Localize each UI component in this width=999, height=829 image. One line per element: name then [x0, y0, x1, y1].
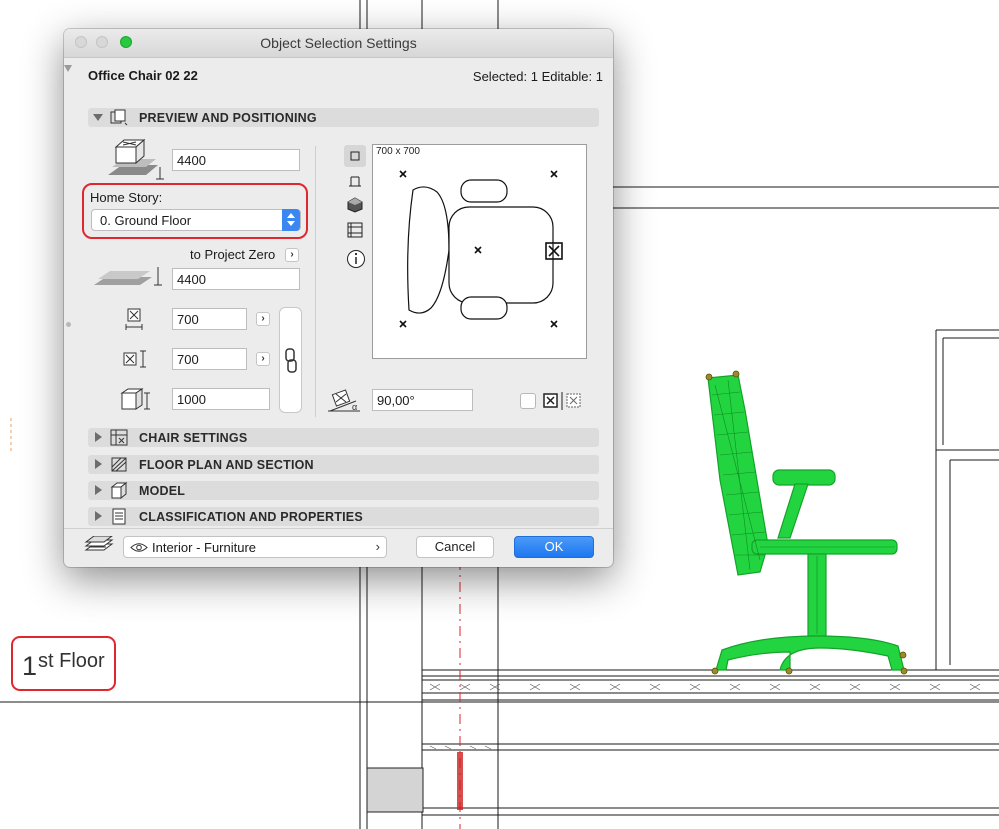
- link-sizes-toggle[interactable]: [279, 307, 302, 413]
- selection-info: Selected: 1 Editable: 1: [472, 69, 603, 84]
- svg-text:α: α: [352, 402, 357, 412]
- elevation-to-story-icon: [108, 138, 164, 180]
- home-story-label: Home Story:: [90, 190, 163, 205]
- section-chair-settings[interactable]: CHAIR SETTINGS: [88, 428, 599, 447]
- y-size-button[interactable]: ›: [256, 352, 270, 366]
- elevation-input[interactable]: 4400: [172, 149, 300, 171]
- plan-view-icon: [350, 151, 360, 161]
- section-model[interactable]: MODEL: [88, 481, 599, 500]
- expand-arrow-icon[interactable]: [95, 432, 102, 442]
- section-title: FLOOR PLAN AND SECTION: [139, 458, 314, 472]
- section-title: PREVIEW AND POSITIONING: [139, 111, 317, 125]
- home-story-select[interactable]: 0. Ground Floor: [91, 209, 301, 231]
- section-title: CHAIR SETTINGS: [139, 431, 248, 445]
- preview-2d-tab[interactable]: [344, 145, 366, 167]
- chair-settings-icon: [110, 429, 128, 446]
- section-title: CLASSIFICATION AND PROPERTIES: [139, 510, 363, 524]
- title-bar[interactable]: Object Selection Settings: [64, 29, 613, 58]
- section-view-icon[interactable]: [347, 221, 363, 239]
- height-input[interactable]: 1000: [172, 388, 270, 410]
- object-selection-settings-dialog: Object Selection Settings Office Chair 0…: [64, 29, 613, 567]
- floor-plan-icon: [111, 457, 127, 472]
- object-name: Office Chair 02 22: [88, 68, 198, 83]
- panel-divider: [315, 146, 316, 417]
- classification-select[interactable]: Interior - Furniture ›: [123, 536, 387, 558]
- collapse-panel-icon[interactable]: [64, 65, 72, 72]
- floor-label-marker: 1 st Floor: [11, 636, 116, 691]
- home-story-value: 0. Ground Floor: [100, 213, 192, 228]
- mirror-checkbox[interactable]: [520, 393, 536, 409]
- expand-arrow-icon[interactable]: [95, 485, 102, 495]
- chain-link-icon: [285, 348, 297, 373]
- ok-button[interactable]: OK: [514, 536, 594, 558]
- rotation-angle-icon: α: [328, 389, 360, 412]
- chevron-right-icon: ›: [375, 539, 380, 554]
- rotation-angle-input[interactable]: 90,00°: [372, 389, 473, 411]
- eye-icon: [130, 543, 148, 552]
- x-size-input[interactable]: 700: [172, 308, 247, 330]
- 3d-view-icon[interactable]: [347, 197, 363, 213]
- stepper-icon[interactable]: [282, 209, 300, 231]
- chair-section-drawing: [707, 374, 905, 671]
- classification-icon: [112, 508, 126, 525]
- section-title: MODEL: [139, 484, 186, 498]
- depth-y-icon: [123, 350, 146, 368]
- expand-arrow-icon[interactable]: [95, 459, 102, 469]
- mirror-icon: [543, 392, 581, 410]
- classification-value: Interior - Furniture: [152, 540, 257, 555]
- y-size-input[interactable]: 700: [172, 348, 247, 370]
- cancel-button[interactable]: Cancel: [416, 536, 494, 558]
- dialog-title: Object Selection Settings: [260, 35, 417, 51]
- section-preview-and-positioning[interactable]: PREVIEW AND POSITIONING: [88, 108, 599, 127]
- object-preview-panel: 700 x 700: [372, 144, 587, 359]
- project-zero-input[interactable]: 4400: [172, 268, 300, 290]
- info-icon[interactable]: [346, 249, 366, 269]
- resize-handle-icon[interactable]: [66, 322, 71, 327]
- height-icon: [120, 388, 150, 410]
- to-project-zero-button[interactable]: ›: [285, 248, 299, 262]
- chair-plan-drawing: [399, 170, 563, 328]
- preview-icon: [110, 109, 128, 126]
- expand-arrow-icon[interactable]: [95, 511, 102, 521]
- to-project-zero-label: to Project Zero: [190, 247, 276, 262]
- footer-divider: [64, 528, 613, 529]
- layer-icon[interactable]: [84, 536, 114, 556]
- project-zero-icon: [94, 267, 162, 286]
- expand-arrow-icon[interactable]: [93, 114, 103, 121]
- side-view-icon[interactable]: [347, 173, 363, 189]
- section-floor-plan-and-section[interactable]: FLOOR PLAN AND SECTION: [88, 455, 599, 474]
- x-size-button[interactable]: ›: [256, 312, 270, 326]
- floor-label-suffix: st Floor: [38, 650, 105, 672]
- width-x-icon: [125, 308, 143, 330]
- floor-label-number: 1: [22, 651, 38, 681]
- model-icon: [110, 482, 128, 499]
- section-classification-and-properties[interactable]: CLASSIFICATION AND PROPERTIES: [88, 507, 599, 526]
